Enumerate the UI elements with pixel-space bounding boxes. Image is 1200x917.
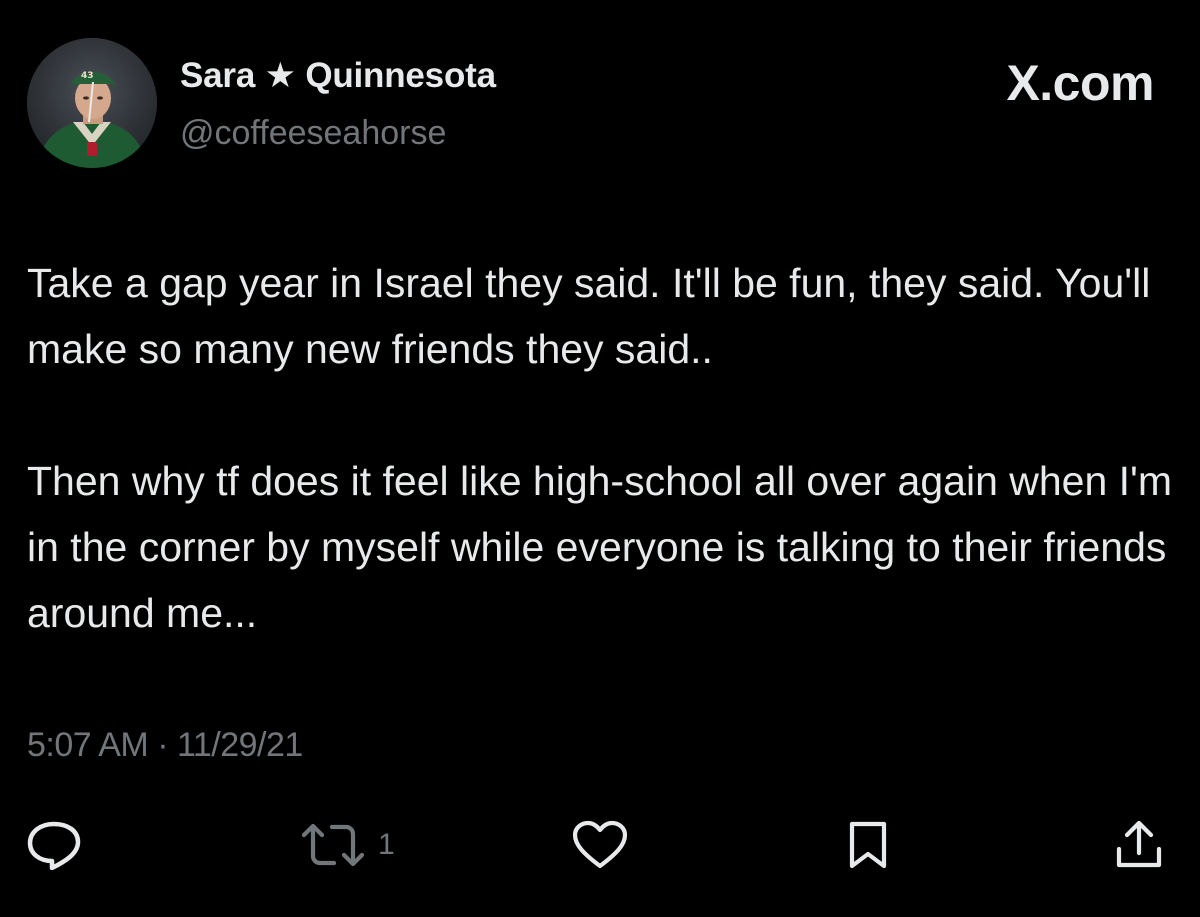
share-button[interactable] <box>1114 820 1164 870</box>
tweet-paragraph-2: Then why tf does it feel like high-schoo… <box>27 458 1173 636</box>
reply-icon <box>27 821 81 870</box>
tweet-paragraph-1: Take a gap year in Israel they said. It'… <box>27 260 1151 372</box>
bookmark-icon <box>849 821 887 869</box>
retweet-icon <box>301 823 365 867</box>
heart-icon <box>572 820 628 869</box>
svg-text:43: 43 <box>81 71 94 81</box>
avatar-image: 43 <box>27 38 157 168</box>
display-name[interactable]: Sara ★ Quinnesota <box>180 56 496 96</box>
user-handle[interactable]: @coffeeseahorse <box>180 114 446 153</box>
avatar[interactable]: 43 <box>27 38 157 168</box>
like-button[interactable] <box>572 820 628 870</box>
bookmark-button[interactable] <box>848 820 888 870</box>
tweet-card: 43 Sara ★ Quinnesota @coffeeseahorse X.c… <box>0 0 1200 917</box>
tweet-timestamp[interactable]: 5:07 AM · 11/29/21 <box>27 726 303 765</box>
x-logo-brand: X.com <box>1006 55 1154 111</box>
reply-button[interactable] <box>26 820 82 870</box>
share-icon <box>1116 820 1162 868</box>
tweet-text: Take a gap year in Israel they said. It'… <box>27 250 1177 646</box>
retweet-count: 1 <box>378 828 395 861</box>
retweet-button[interactable]: 1 <box>300 820 395 870</box>
